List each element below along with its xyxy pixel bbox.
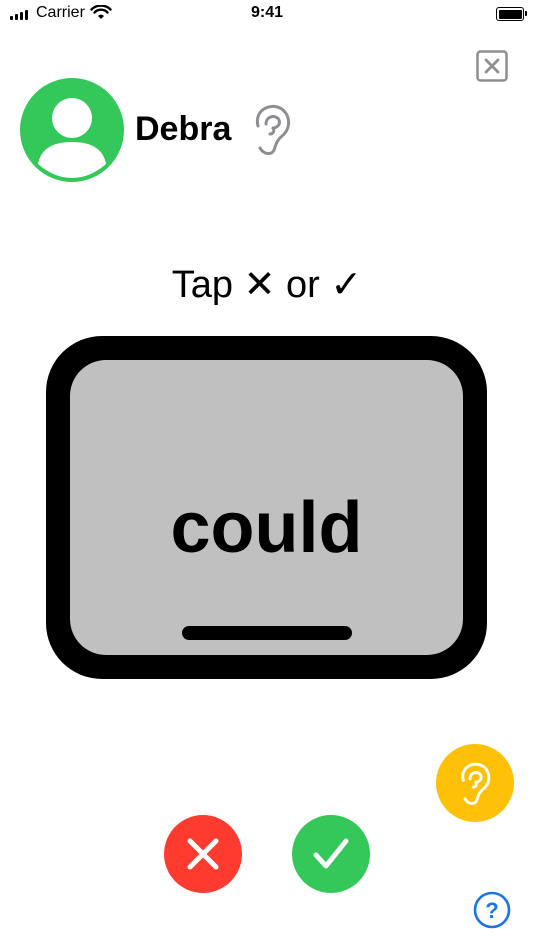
help-label: ? <box>485 898 498 923</box>
close-box-icon <box>476 50 508 82</box>
ear-icon <box>461 762 491 805</box>
avatar <box>20 78 124 182</box>
flashcard-underline <box>182 626 352 640</box>
hearing-button[interactable] <box>248 100 296 158</box>
ear-icon <box>255 104 290 155</box>
help-button[interactable]: ? <box>472 890 512 930</box>
x-icon <box>187 838 219 870</box>
correct-button[interactable] <box>292 815 370 893</box>
question-circle-icon: ? <box>473 891 511 929</box>
listen-button[interactable] <box>436 744 514 822</box>
status-bar: Carrier 9:41 <box>0 0 534 28</box>
instruction-text: Tap ✕ or ✓ <box>171 264 363 306</box>
close-button[interactable] <box>476 50 508 82</box>
flashcard-face: could <box>70 360 463 655</box>
clock-time: 9:41 <box>250 4 284 21</box>
person-icon <box>38 98 106 178</box>
flashcard-word: could <box>170 488 363 568</box>
user-name: Debra <box>135 110 232 148</box>
flashcard[interactable]: could <box>46 336 487 679</box>
checkmark-icon <box>313 838 349 869</box>
battery-icon <box>496 7 527 21</box>
wrong-button[interactable] <box>164 815 242 893</box>
